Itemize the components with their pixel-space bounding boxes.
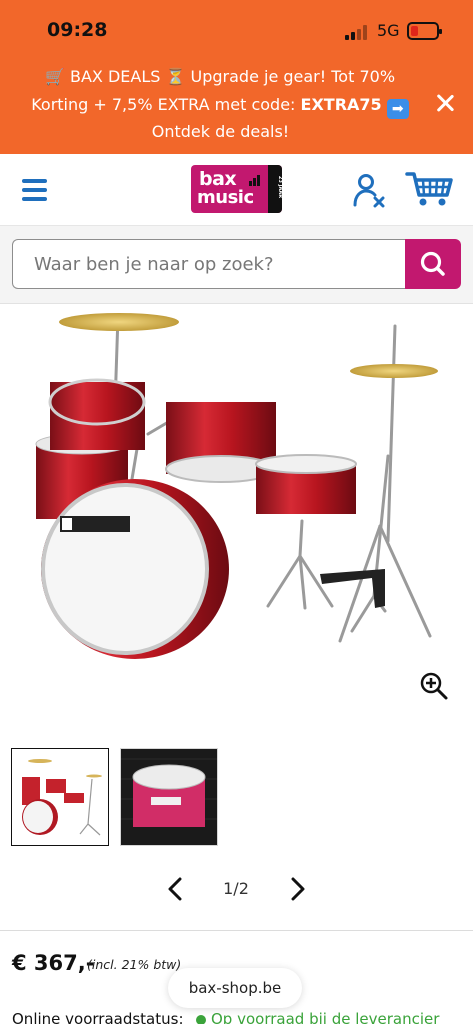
product-price: € 367,- [12, 951, 95, 975]
search-input[interactable] [12, 239, 406, 289]
close-icon[interactable] [435, 92, 455, 116]
search-bar [0, 226, 473, 304]
zoom-in-icon[interactable] [419, 671, 449, 701]
stock-status-value[interactable]: Op voorraad bij de leverancier [211, 1010, 439, 1024]
product-image-drum-kit[interactable] [0, 306, 473, 716]
status-bar: 09:28 5G [0, 0, 473, 58]
promo-headline: 🛒 BAX DEALS ⏳ Upgrade je gear! Tot 70% [44, 67, 396, 86]
promo-code: EXTRA75 [300, 95, 382, 114]
search-button[interactable] [405, 239, 461, 289]
bax-music-logo[interactable]: bax music 23 JAAR [191, 165, 283, 213]
promo-code-line: Korting + 7,5% EXTRA met code: EXTRA75 ➡ [0, 95, 440, 119]
logo-anniversary-tag: 23 JAAR [268, 165, 283, 213]
chevron-right-icon[interactable] [284, 876, 310, 902]
promo-cta-link[interactable]: Ontdek de deals! [0, 122, 441, 141]
logo-anniversary-text: 23 JAAR [276, 175, 283, 199]
chevron-left-icon[interactable] [163, 876, 189, 902]
account-icon[interactable] [352, 173, 386, 209]
price-vat-note: (incl. 21% btw) [87, 957, 182, 972]
promo-code-prefix: Korting + 7,5% EXTRA met code: [31, 95, 301, 114]
logo-text-bottom: music [197, 187, 254, 208]
section-divider [0, 930, 473, 931]
site-header: bax music 23 JAAR [0, 154, 473, 226]
browser-url-pill[interactable]: bax-shop.be [168, 968, 302, 1008]
logo-bars-icon [249, 174, 261, 186]
promo-banner[interactable]: 🛒 BAX DEALS ⏳ Upgrade je gear! Tot 70% K… [0, 58, 473, 154]
hamburger-menu-icon[interactable] [22, 179, 48, 201]
shopping-cart-icon[interactable] [405, 171, 453, 207]
network-type: 5G [377, 21, 400, 40]
signal-icon [345, 24, 371, 40]
stock-status-dot [196, 1015, 206, 1024]
thumbnail-drum-kit-1[interactable] [11, 748, 109, 846]
gallery-page-indicator: 1/2 [223, 879, 249, 898]
battery-icon [407, 22, 442, 40]
gallery-pager: 1/2 [0, 870, 473, 906]
arrow-right-icon: ➡ [386, 99, 409, 119]
search-icon [420, 251, 445, 276]
stock-status-label: Online voorraadstatus: [12, 1010, 184, 1024]
thumbnail-drum-kit-2[interactable] [120, 748, 218, 846]
status-time: 09:28 [47, 19, 108, 41]
